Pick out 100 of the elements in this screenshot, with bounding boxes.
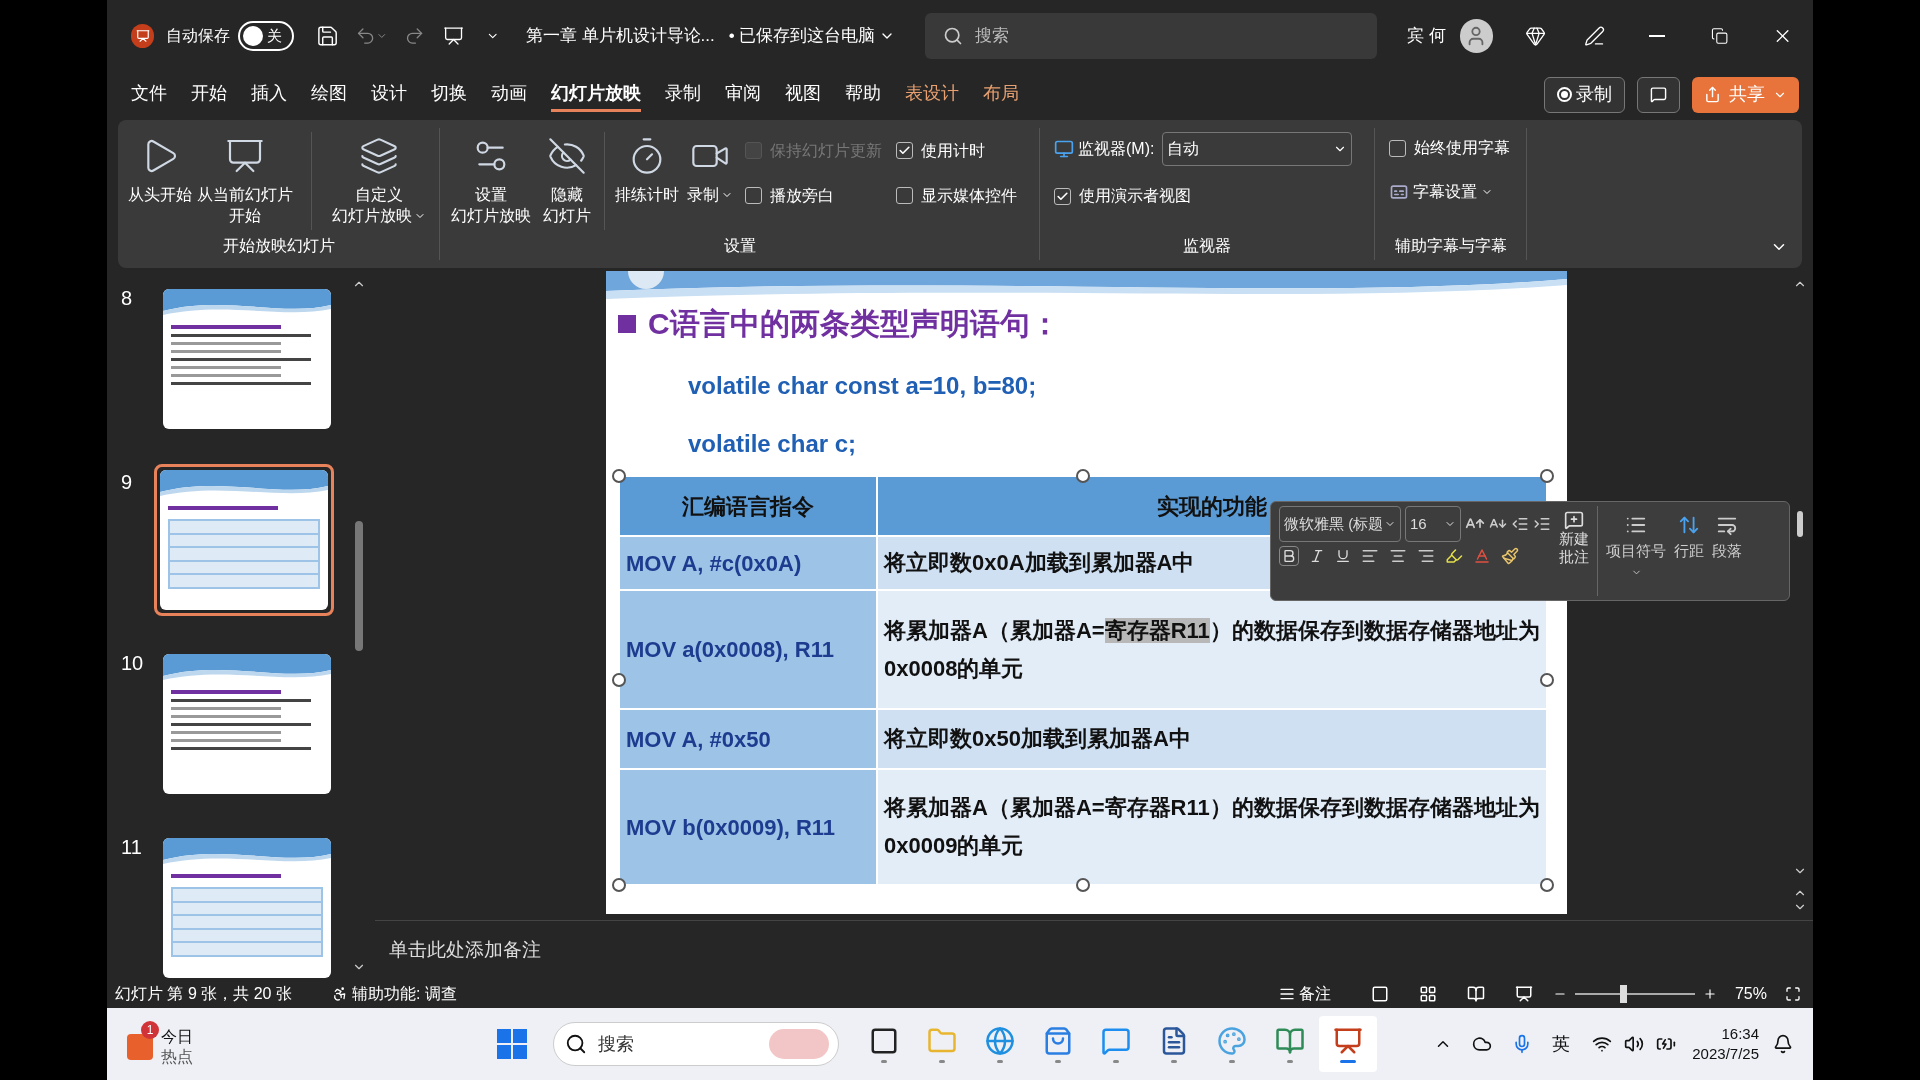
- input-method[interactable]: 英: [1552, 1030, 1571, 1058]
- menu-tab[interactable]: 视图: [785, 77, 821, 112]
- format-painter-icon[interactable]: [1501, 547, 1519, 565]
- table-header-cell: 汇编语言指令: [619, 476, 877, 536]
- slide-number: 8: [121, 286, 134, 311]
- restore-icon[interactable]: [1710, 27, 1728, 45]
- ribbon-button[interactable]: 从头开始: [128, 128, 192, 234]
- notes-button[interactable]: 备注: [1278, 982, 1331, 1006]
- font-color-icon[interactable]: [1473, 547, 1491, 565]
- slideshow-icon[interactable]: [1514, 985, 1533, 1003]
- align-left-icon[interactable]: [1361, 547, 1379, 565]
- notes-placeholder[interactable]: 单击此处添加备注: [389, 936, 541, 965]
- font-size-dropdown[interactable]: 16: [1405, 506, 1461, 542]
- user-name: 宾 何: [1407, 25, 1447, 48]
- shopping-bag-icon: [1043, 1025, 1073, 1056]
- highlighter-icon[interactable]: [1445, 547, 1463, 565]
- check-icon: [1056, 189, 1069, 203]
- decrease-indent-icon[interactable]: [1511, 515, 1529, 533]
- menu-tab[interactable]: 幻灯片放映: [551, 77, 641, 112]
- menu-tab[interactable]: 帮助: [845, 77, 881, 112]
- reading-view-icon[interactable]: [1466, 985, 1485, 1003]
- scroll-thumb[interactable]: [355, 520, 363, 651]
- menu-tab[interactable]: 动画: [491, 77, 527, 112]
- comment-icon: [1564, 510, 1584, 530]
- palette-icon: [1217, 1025, 1247, 1056]
- checkbox[interactable]: [896, 142, 913, 159]
- app-logo-icon: [131, 24, 155, 48]
- ribbon-button[interactable]: 设置 幻灯片放映: [448, 128, 534, 234]
- resize-handle[interactable]: [1540, 878, 1554, 892]
- group-label: 辅助字幕与字幕: [1393, 236, 1508, 256]
- resize-handle[interactable]: [612, 469, 626, 483]
- menu-tab[interactable]: 切换: [431, 77, 467, 112]
- checkbox[interactable]: [1389, 139, 1406, 157]
- resize-handle[interactable]: [1076, 878, 1090, 892]
- autosave-toggle[interactable]: 关: [238, 21, 295, 51]
- checkbox[interactable]: [896, 187, 913, 204]
- table-cell: MOV a(0x0008), R11: [619, 590, 877, 709]
- menu-tab[interactable]: 插入: [251, 77, 287, 112]
- resize-handle[interactable]: [612, 673, 626, 687]
- volume-icon[interactable]: [1624, 1034, 1645, 1054]
- menu-tab[interactable]: 开始: [191, 77, 227, 112]
- align-center-icon[interactable]: [1389, 547, 1407, 565]
- ribbon-button[interactable]: 从当前幻灯片 开始: [192, 128, 297, 234]
- pen-icon[interactable]: [1584, 25, 1606, 47]
- monitor-dropdown[interactable]: 自动: [1162, 132, 1353, 166]
- zoom-level[interactable]: 75%: [1734, 982, 1767, 1006]
- menu-tab[interactable]: 表设计: [905, 77, 959, 112]
- menu-tab[interactable]: 设计: [371, 77, 407, 112]
- zoom-slider[interactable]: [1574, 985, 1695, 1003]
- font-dropdown[interactable]: 微软雅黑 (标题: [1279, 506, 1401, 542]
- underline-icon[interactable]: [1335, 548, 1351, 564]
- save-icon[interactable]: [316, 24, 340, 48]
- bold-icon[interactable]: [1279, 546, 1299, 566]
- menu-tab[interactable]: 录制: [665, 77, 701, 112]
- news-widget[interactable]: 1 今日 热点: [127, 1021, 197, 1067]
- diamond-icon[interactable]: [1524, 25, 1546, 47]
- paragraph-button[interactable]: 段落: [1712, 506, 1742, 596]
- fit-to-window-icon[interactable]: [1785, 986, 1801, 1002]
- clock[interactable]: 16:34 2023/7/25: [1692, 1024, 1759, 1064]
- notification-icon[interactable]: [1773, 1034, 1793, 1054]
- new-comment-button[interactable]: 新建 批注: [1559, 506, 1589, 596]
- save-status-button[interactable]: • 已保存到这台电脑: [728, 23, 896, 49]
- menu-tab[interactable]: 文件: [131, 77, 167, 112]
- grid-view-icon[interactable]: [1418, 985, 1437, 1003]
- italic-icon[interactable]: [1309, 548, 1325, 564]
- comments-button[interactable]: [1637, 76, 1680, 113]
- menu-tab[interactable]: 绘图: [311, 77, 347, 112]
- search-field[interactable]: 搜索: [925, 13, 1378, 59]
- align-right-icon[interactable]: [1417, 547, 1435, 565]
- wifi-icon[interactable]: [1592, 1034, 1613, 1054]
- ribbon-button[interactable]: 自定义 幻灯片放映: [326, 128, 431, 234]
- resize-handle[interactable]: [1540, 673, 1554, 687]
- scroll-thumb[interactable]: [1797, 511, 1803, 537]
- avatar-icon[interactable]: [1460, 19, 1493, 53]
- checkbox[interactable]: [745, 187, 762, 204]
- group-label: 监视器: [1182, 236, 1232, 256]
- cloud-icon[interactable]: [1472, 1034, 1493, 1054]
- menu-tab[interactable]: 审阅: [725, 77, 761, 112]
- resize-handle[interactable]: [1540, 469, 1554, 483]
- bullets-button[interactable]: 项目符号: [1606, 506, 1666, 596]
- checkbox[interactable]: [1054, 187, 1071, 205]
- menu-tab[interactable]: 布局: [983, 77, 1019, 112]
- share-icon: [1704, 86, 1721, 103]
- document-title: 第一章 单片机设计导论...: [525, 25, 715, 48]
- zoom-in-icon[interactable]: [1702, 987, 1717, 1001]
- presentation-icon[interactable]: [443, 25, 465, 47]
- caption-settings-button[interactable]: 字幕设置: [1389, 180, 1526, 204]
- accessibility-button[interactable]: 辅助功能: 调查: [331, 982, 457, 1006]
- record-button[interactable]: 录制: [1544, 76, 1625, 113]
- line-spacing-button[interactable]: 行距: [1674, 506, 1704, 596]
- comment-icon: [1650, 86, 1667, 103]
- normal-view-icon[interactable]: [1370, 985, 1389, 1003]
- ribbon-button[interactable]: 隐藏 幻灯片: [534, 128, 600, 234]
- resize-handle[interactable]: [612, 878, 626, 892]
- slide-info: 幻灯片 第 9 张，共 20 张: [115, 984, 292, 1004]
- start-icon[interactable]: [497, 1029, 527, 1059]
- ribbon-button[interactable]: 录制: [685, 128, 735, 234]
- ribbon-button[interactable]: 排练计时: [609, 128, 685, 234]
- resize-handle[interactable]: [1076, 469, 1090, 483]
- increase-indent-icon[interactable]: [1533, 515, 1551, 533]
